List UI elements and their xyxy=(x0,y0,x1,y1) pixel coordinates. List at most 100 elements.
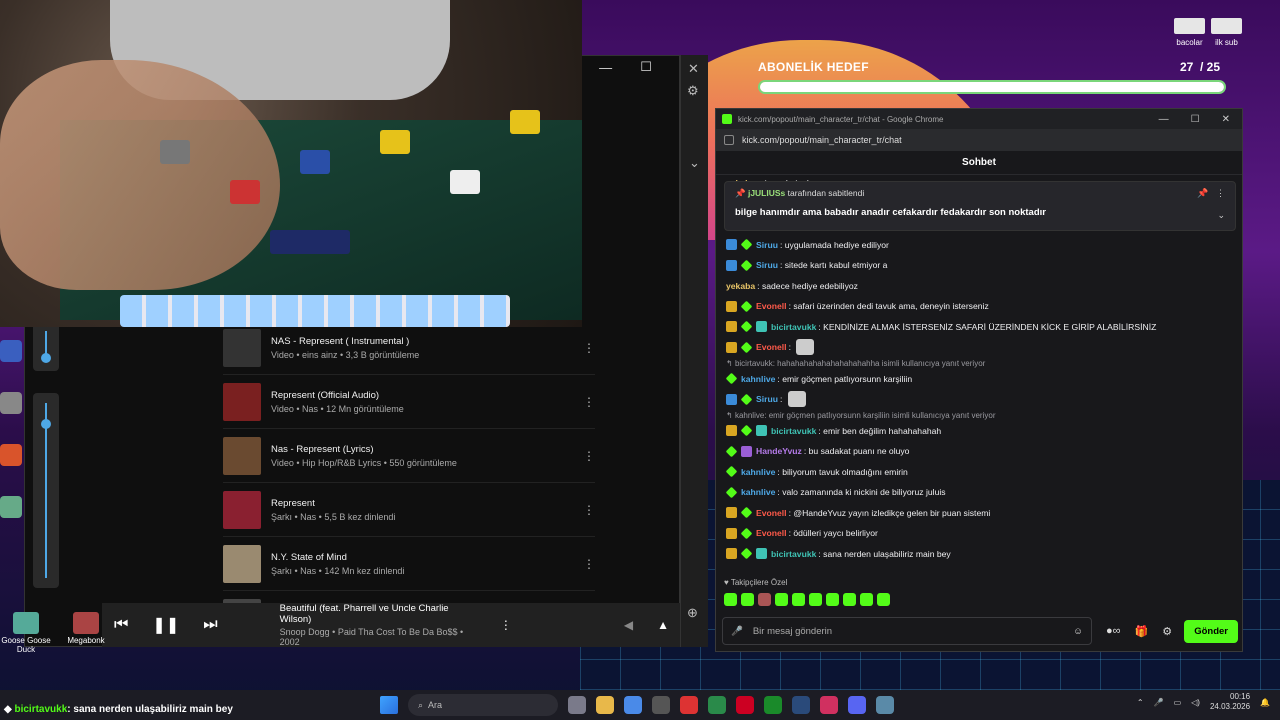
notification-icon[interactable]: 🔔 xyxy=(1260,698,1270,707)
desktop-icon[interactable] xyxy=(0,444,22,466)
emote-icon[interactable] xyxy=(792,593,805,606)
chat-message[interactable]: bicirtavukk: KENDİNİZE ALMAK İSTERSENİZ … xyxy=(726,317,1238,338)
chevron-down-icon[interactable]: ⌄ xyxy=(689,155,700,171)
chat-input[interactable]: 🎤 Bir mesaj gönderin ☺ xyxy=(722,617,1092,645)
points-icon[interactable]: ●∞ xyxy=(1106,625,1121,638)
emote-icon[interactable] xyxy=(758,593,771,606)
chat-message[interactable]: Evonell: xyxy=(726,337,1238,358)
more-icon[interactable]: ⋮ xyxy=(583,557,595,571)
minimize-icon[interactable]: — xyxy=(1159,114,1169,125)
chat-message[interactable]: Siruu: sitede kartı kabul etmiyor a xyxy=(726,255,1238,276)
close-icon[interactable]: ✕ xyxy=(1222,114,1230,125)
track-row[interactable]: N.Y. State of Mind Şarkı • Nas • 142 Mn … xyxy=(223,537,595,591)
slider-top[interactable] xyxy=(33,321,59,371)
chat-message[interactable]: Siruu: xyxy=(726,389,1238,410)
mic-icon[interactable]: 🎤 xyxy=(1154,698,1164,707)
app-icon[interactable] xyxy=(876,696,894,714)
settings-icon[interactable] xyxy=(568,696,586,714)
more-icon[interactable]: ⋮ xyxy=(500,618,512,632)
more-icon[interactable]: ⋮ xyxy=(583,341,595,355)
desktop-icon[interactable] xyxy=(0,496,22,518)
chat-username[interactable]: yekaba xyxy=(726,281,755,291)
chat-message[interactable]: bicirtavukk: sana nerden ulaşabiliriz ma… xyxy=(726,544,1238,565)
slider-main[interactable] xyxy=(33,393,59,588)
emote-icon[interactable] xyxy=(809,593,822,606)
chat-username[interactable]: kahnlive xyxy=(741,374,775,384)
chat-message[interactable]: HandeYvuz: bu sadakat puanı ne oluyo xyxy=(726,441,1238,462)
network-icon[interactable]: ▭ xyxy=(1174,698,1182,707)
chat-message[interactable]: Evonell: ödülleri yaycı belirliyor xyxy=(726,523,1238,544)
close-icon[interactable]: ✕ xyxy=(688,61,699,77)
chat-message[interactable]: yekaba: sadece hediye edebiliyoz xyxy=(726,276,1238,297)
gear-icon[interactable]: ⚙ xyxy=(1162,625,1172,638)
emote-icon[interactable] xyxy=(860,593,873,606)
track-row[interactable]: NAS - Represent ( Instrumental ) Video •… xyxy=(223,321,595,375)
app-icon[interactable] xyxy=(652,696,670,714)
more-icon[interactable]: ⋮ xyxy=(583,395,595,409)
chat-message[interactable]: Evonell: safari üzerinden dedi tavuk ama… xyxy=(726,296,1238,317)
more-icon[interactable]: ⋮ xyxy=(583,503,595,517)
emote-icon[interactable] xyxy=(724,593,737,606)
emote-icon[interactable] xyxy=(843,593,856,606)
chat-message[interactable]: kahnlive: biliyorum tavuk olmadığını emi… xyxy=(726,462,1238,483)
chat-username[interactable]: Siruu xyxy=(756,260,778,270)
emote-icon[interactable] xyxy=(877,593,890,606)
app-icon[interactable] xyxy=(680,696,698,714)
chat-username[interactable]: kahnlive xyxy=(741,467,775,477)
windows-start-icon[interactable] xyxy=(380,696,398,714)
send-button[interactable]: Gönder xyxy=(1184,619,1238,643)
next-icon[interactable]: ⏭ xyxy=(203,616,217,634)
zoom-icon[interactable]: ⊕ xyxy=(687,605,698,621)
taskbar-search[interactable]: ⌕ Ara xyxy=(408,694,558,716)
xbox-icon[interactable] xyxy=(708,696,726,714)
desktop-icon[interactable] xyxy=(0,392,22,414)
chevron-down-icon[interactable]: ⌄ xyxy=(1217,210,1225,221)
expand-icon[interactable]: ▲ xyxy=(657,618,669,632)
emote-icon[interactable] xyxy=(775,593,788,606)
youtube-music-icon[interactable] xyxy=(820,696,838,714)
now-playing[interactable]: Beautiful (feat. Pharrell ve Uncle Charl… xyxy=(280,603,470,647)
pause-icon[interactable]: ❚❚ xyxy=(152,615,179,635)
maximize-icon[interactable]: ☐ xyxy=(640,59,652,75)
minimize-icon[interactable]: — xyxy=(599,60,612,75)
discord-icon[interactable] xyxy=(848,696,866,714)
emote-icon[interactable] xyxy=(826,593,839,606)
chat-username[interactable]: bicirtavukk xyxy=(771,549,816,559)
chat-username[interactable]: HandeYvuz xyxy=(756,446,802,456)
chat-username[interactable]: Siruu xyxy=(756,240,778,250)
clock[interactable]: 00:16 24.03.2026 xyxy=(1210,692,1250,712)
app-icon[interactable] xyxy=(764,696,782,714)
chat-username[interactable]: Evonell xyxy=(756,528,787,538)
chat-message[interactable]: Evonell: @HandeYvuz yayın izledikçe gele… xyxy=(726,503,1238,524)
chat-message[interactable]: kahnlive: emir göçmen patlıyorsunn karşi… xyxy=(726,369,1238,390)
volume-icon[interactable]: ◁) xyxy=(1191,698,1200,707)
chat-message[interactable]: kahnlive: valo zamanında ki nickini de b… xyxy=(726,482,1238,503)
chrome-icon[interactable] xyxy=(624,696,642,714)
chat-username[interactable]: Evonell xyxy=(756,301,787,311)
chat-username[interactable]: Siruu xyxy=(756,394,778,404)
emote-icon[interactable] xyxy=(741,593,754,606)
site-info-icon[interactable] xyxy=(724,135,734,145)
gift-icon[interactable]: 🎁 xyxy=(1135,625,1149,638)
address-bar[interactable]: kick.com/popout/main_character_tr/chat xyxy=(716,129,1242,151)
maximize-icon[interactable]: ☐ xyxy=(1191,114,1200,125)
collapse-icon[interactable]: ◀ xyxy=(624,618,633,632)
chat-message[interactable]: Siruu: uygulamada hediye ediliyor xyxy=(726,235,1238,256)
mic-icon[interactable]: 🎤 xyxy=(731,626,743,637)
pinned-message[interactable]: 📌 jJULIUSs tarafından sabitlendi bilge h… xyxy=(724,181,1236,231)
chat-username[interactable]: bicirtavukk xyxy=(771,322,816,332)
previous-icon[interactable]: ⏮ xyxy=(114,616,128,634)
gear-icon[interactable]: ⚙ xyxy=(687,83,699,99)
chat-username[interactable]: bicirtavukk xyxy=(771,426,816,436)
chevron-up-icon[interactable]: ⌃ xyxy=(1137,698,1144,707)
chat-username[interactable]: Evonell xyxy=(756,508,787,518)
steam-icon[interactable] xyxy=(792,696,810,714)
folder-icon[interactable] xyxy=(596,696,614,714)
desktop-icon[interactable] xyxy=(0,340,22,362)
app-icon[interactable] xyxy=(736,696,754,714)
chat-username[interactable]: kahnlive xyxy=(741,487,775,497)
desktop-icon-megabonk[interactable]: Megabonk xyxy=(60,612,112,654)
chat-username[interactable]: Evonell xyxy=(756,342,787,352)
desktop-icon-goose[interactable]: Goose Goose Duck xyxy=(0,612,52,654)
track-row[interactable]: Represent (Official Audio) Video • Nas •… xyxy=(223,375,595,429)
